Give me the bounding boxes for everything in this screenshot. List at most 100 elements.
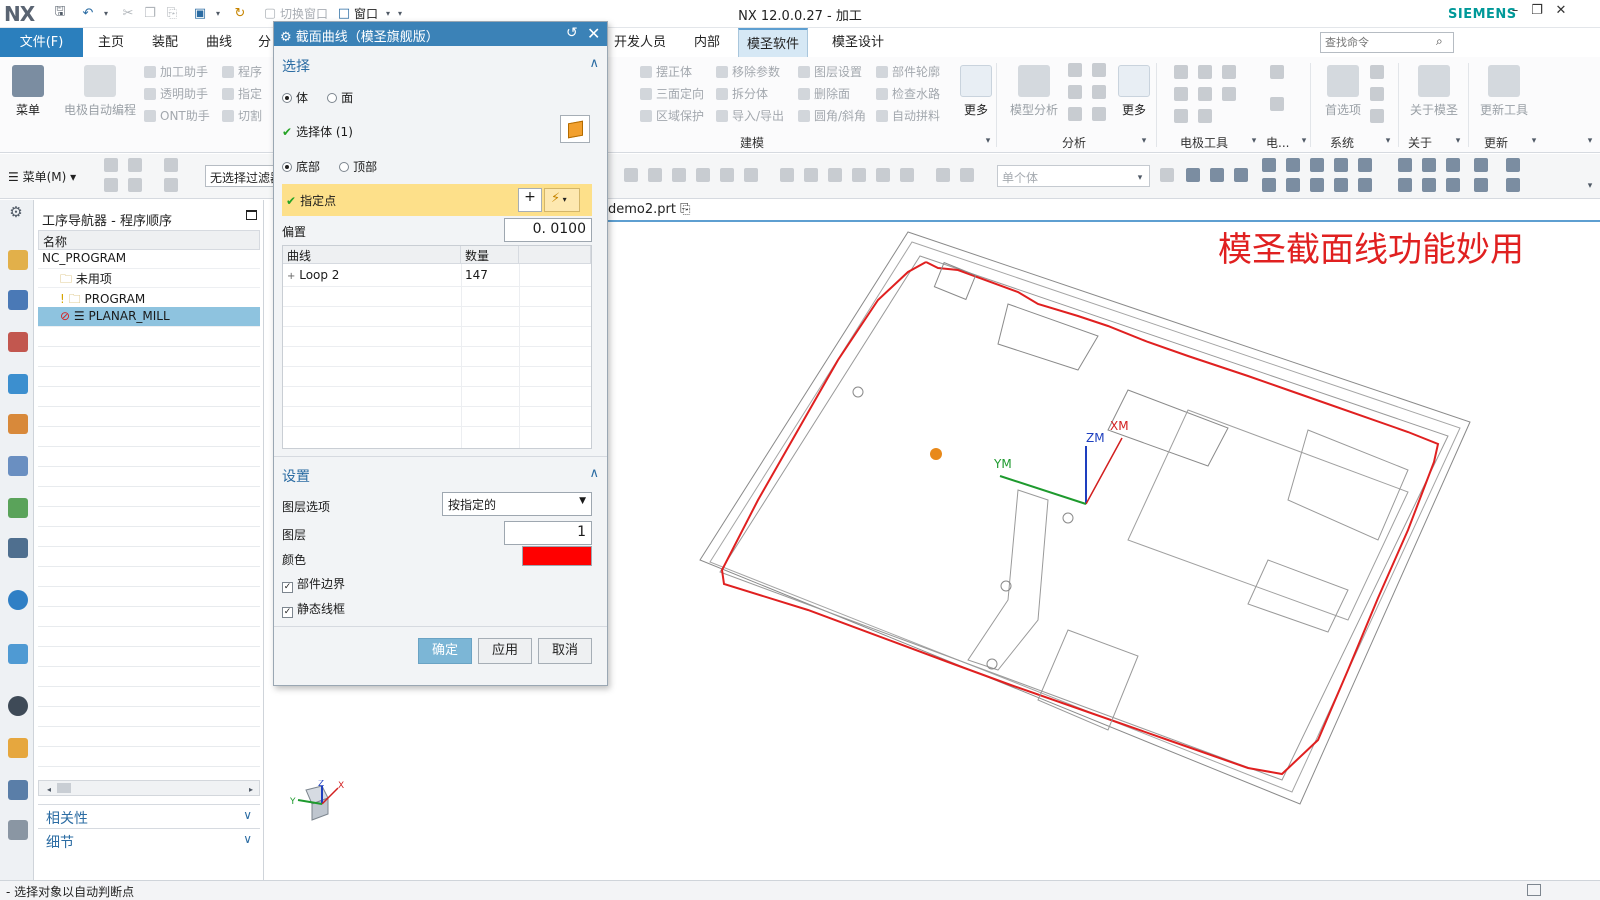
selection-icon[interactable] (780, 168, 794, 182)
electrode-extra-icon[interactable] (1270, 65, 1284, 79)
selection-scope-dropdown[interactable]: 单个体 (997, 165, 1150, 187)
tab-developer[interactable]: 开发人员 (606, 28, 674, 57)
scrollbar-thumb[interactable] (57, 783, 71, 793)
switch-window-label[interactable]: 切换窗口 (280, 5, 328, 22)
view-dropdown-icon[interactable]: ▾ (210, 5, 226, 21)
toolbar-icon[interactable] (128, 158, 142, 172)
tab-mosheng-software[interactable]: 模圣软件 (738, 28, 809, 57)
snap-point-icon[interactable] (1262, 178, 1276, 192)
ribbon-item-program[interactable]: 程序 (222, 63, 262, 80)
undo-dropdown-icon[interactable]: ▾ (98, 5, 114, 21)
view-icon[interactable] (1474, 158, 1488, 172)
palette-icon[interactable] (8, 738, 28, 758)
ribbon-item-layer-settings[interactable]: 图层设置 (798, 63, 862, 80)
selection-icon[interactable] (804, 168, 818, 182)
radio-body[interactable]: 体 (282, 91, 308, 105)
view-icon[interactable] (1506, 178, 1520, 192)
menu-dropdown-button[interactable]: ☰ 菜单(M) ▾ (8, 168, 76, 185)
snap-point-icon[interactable] (1358, 178, 1372, 192)
copy-icon[interactable]: ❐ (142, 5, 158, 21)
analysis-small-icon[interactable] (1092, 63, 1106, 77)
model-analysis-button[interactable]: 模型分析 (1004, 65, 1064, 118)
analysis-small-icon[interactable] (1092, 107, 1106, 121)
modeling-group-dropdown-icon[interactable]: ▾ (980, 133, 996, 149)
ribbon-item-fillet-chamfer[interactable]: 圆角/斜角 (798, 107, 866, 124)
selection-icon[interactable] (672, 168, 686, 182)
constraint-navigator-icon[interactable] (8, 290, 28, 310)
ribbon-item-machining-assistant[interactable]: 加工助手 (144, 63, 208, 80)
selection-icon[interactable] (828, 168, 842, 182)
electrode-tool-icon[interactable] (1198, 109, 1212, 123)
selection-icon[interactable] (876, 168, 890, 182)
analysis-small-icon[interactable] (1068, 63, 1082, 77)
view-icon[interactable] (1446, 178, 1460, 192)
selection-icon[interactable] (744, 168, 758, 182)
ribbon-item-check-waterway[interactable]: 检查水路 (876, 85, 940, 102)
cut-icon[interactable]: ✂ (120, 5, 136, 21)
analysis-group-dropdown-icon[interactable]: ▾ (1136, 133, 1152, 149)
system-small-icon[interactable] (1370, 109, 1384, 123)
ribbon-item-region-protect[interactable]: 区域保护 (640, 107, 704, 124)
tab-curve[interactable]: 曲线 (198, 28, 240, 57)
snap-point-icon[interactable] (1310, 178, 1324, 192)
web-browser-icon[interactable] (8, 590, 28, 610)
more-button-analysis[interactable]: 更多 (1114, 65, 1154, 118)
horizontal-scrollbar[interactable]: ◂ ▸ (38, 780, 260, 796)
command-search-input[interactable] (1320, 32, 1454, 53)
menu-big-button[interactable]: 菜单 (8, 65, 48, 118)
assembly-navigator-icon[interactable] (8, 250, 28, 270)
static-wireframe-checkbox[interactable]: ✓ 静态线框 (282, 600, 600, 620)
selection-icon[interactable] (648, 168, 662, 182)
system-small-icon[interactable] (1370, 65, 1384, 79)
snap-point-icon[interactable] (1286, 178, 1300, 192)
electrode-tool-icon[interactable] (1174, 87, 1188, 101)
column-header-name[interactable]: 名称 (38, 230, 260, 250)
offset-input[interactable]: 0. 0100 (504, 218, 592, 242)
settings-section-header[interactable]: 设置 ∧ (274, 462, 607, 488)
paste-icon[interactable]: ⎘ (164, 5, 180, 21)
view-cube-icon[interactable]: ▣ (192, 5, 208, 21)
panel-dependencies[interactable]: 相关性 ∨ (38, 804, 260, 828)
selection-icon[interactable] (720, 168, 734, 182)
ribbon-overflow-icon[interactable]: ▾ (1582, 133, 1598, 149)
view-icon[interactable] (1422, 178, 1436, 192)
snap-point-icon[interactable] (1334, 178, 1348, 192)
ribbon-item-transparent-assistant[interactable]: 透明助手 (144, 85, 208, 102)
snap-point-icon[interactable] (1286, 158, 1300, 172)
part-navigator-icon[interactable] (8, 332, 28, 352)
select-body-button[interactable] (560, 115, 590, 143)
more-button-modeling[interactable]: 更多 (956, 65, 996, 118)
toolbar-icon[interactable] (104, 178, 118, 192)
view-icon[interactable] (1474, 178, 1488, 192)
tab-home[interactable]: 主页 (90, 28, 132, 57)
selection-icon[interactable] (900, 168, 914, 182)
ribbon-item-delete-face[interactable]: 删除面 (798, 85, 850, 102)
about-button[interactable]: 关于模圣 (1404, 65, 1464, 118)
tab-internal[interactable]: 内部 (686, 28, 728, 57)
reset-icon[interactable]: ↺ (566, 25, 578, 41)
snap-point-icon[interactable] (1186, 168, 1200, 182)
analysis-small-icon[interactable] (1092, 85, 1106, 99)
view-icon[interactable] (1446, 158, 1460, 172)
view-icon[interactable] (1506, 158, 1520, 172)
view-icon[interactable] (1422, 158, 1436, 172)
settings-gear-icon[interactable]: ⚙ (8, 203, 24, 221)
undo-icon[interactable]: ↶ (80, 5, 96, 21)
snap-point-icon[interactable] (1334, 158, 1348, 172)
snap-point-icon[interactable] (1358, 158, 1372, 172)
toolbar-icon[interactable] (128, 178, 142, 192)
electrode-group-dropdown-icon[interactable]: ▾ (1246, 133, 1262, 149)
scope-dropdown-icon[interactable]: ▾ (1132, 170, 1148, 186)
maximize-icon[interactable] (246, 210, 257, 220)
view-triad[interactable]: X Y Z (286, 780, 346, 830)
scroll-right-icon[interactable]: ▸ (243, 781, 259, 797)
point-inference-button[interactable]: ⚡ ▾ (544, 188, 580, 212)
about-group-dropdown-icon[interactable]: ▾ (1450, 133, 1466, 149)
ribbon-item-split-body[interactable]: 拆分体 (716, 85, 768, 102)
customize-qa-icon[interactable]: ▾ (392, 5, 408, 21)
snap-point-icon[interactable] (1310, 158, 1324, 172)
view-icon[interactable] (1398, 158, 1412, 172)
snap-icon[interactable] (1160, 168, 1174, 182)
toolbar-icon[interactable] (164, 178, 178, 192)
analysis-small-icon[interactable] (1068, 107, 1082, 121)
